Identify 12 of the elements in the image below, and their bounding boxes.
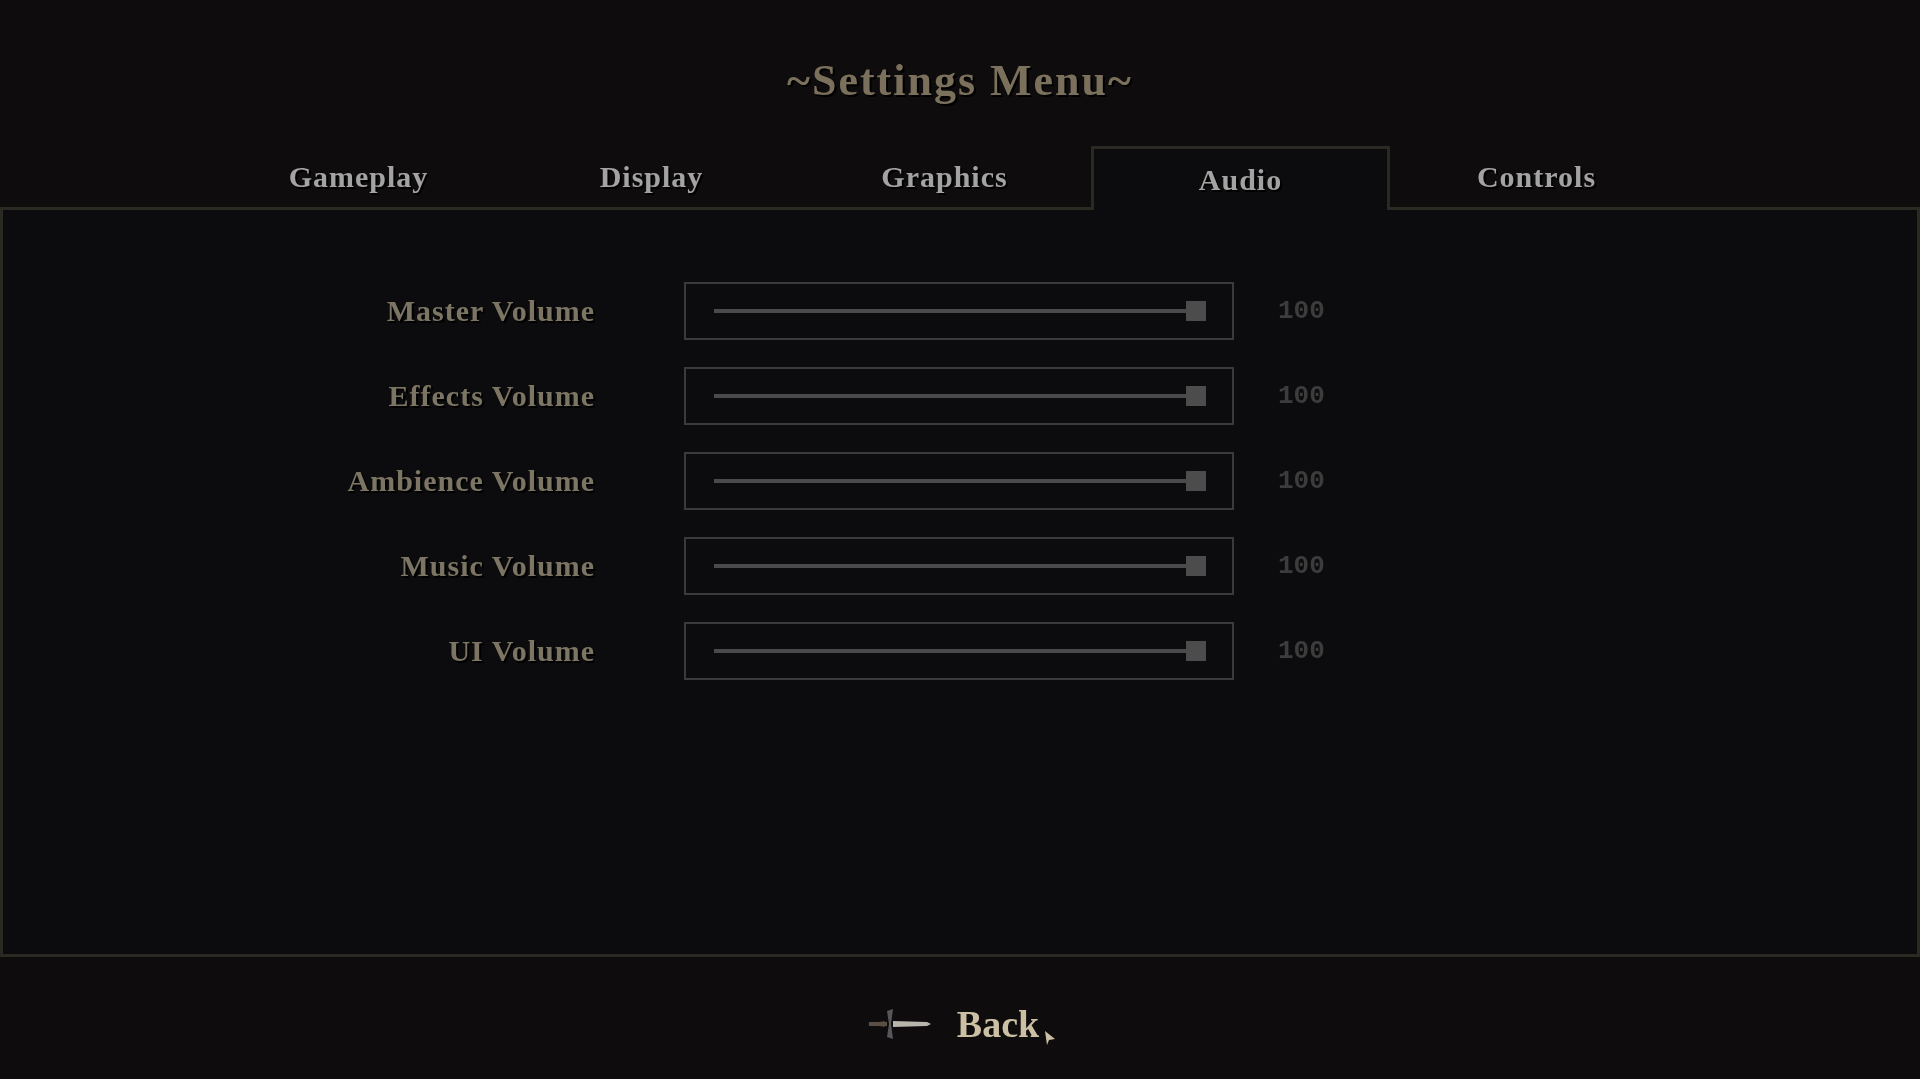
slider-label: Ambience Volume bbox=[346, 464, 595, 498]
slider-label: Master Volume bbox=[385, 294, 595, 328]
slider-label: Effects Volume bbox=[387, 379, 595, 413]
tab[interactable]: Graphics bbox=[798, 146, 1091, 207]
tab[interactable]: Gameplay bbox=[212, 146, 505, 207]
back-button[interactable]: Back bbox=[864, 1002, 1040, 1046]
tab[interactable]: Display bbox=[505, 146, 798, 207]
menu-title: ~Settings Menu~ bbox=[787, 55, 1133, 106]
tab[interactable]: Controls bbox=[1390, 146, 1683, 207]
slider-label: UI Volume bbox=[447, 634, 595, 668]
tab[interactable]: Audio bbox=[1091, 146, 1390, 210]
slider-label: Music Volume bbox=[399, 549, 595, 583]
